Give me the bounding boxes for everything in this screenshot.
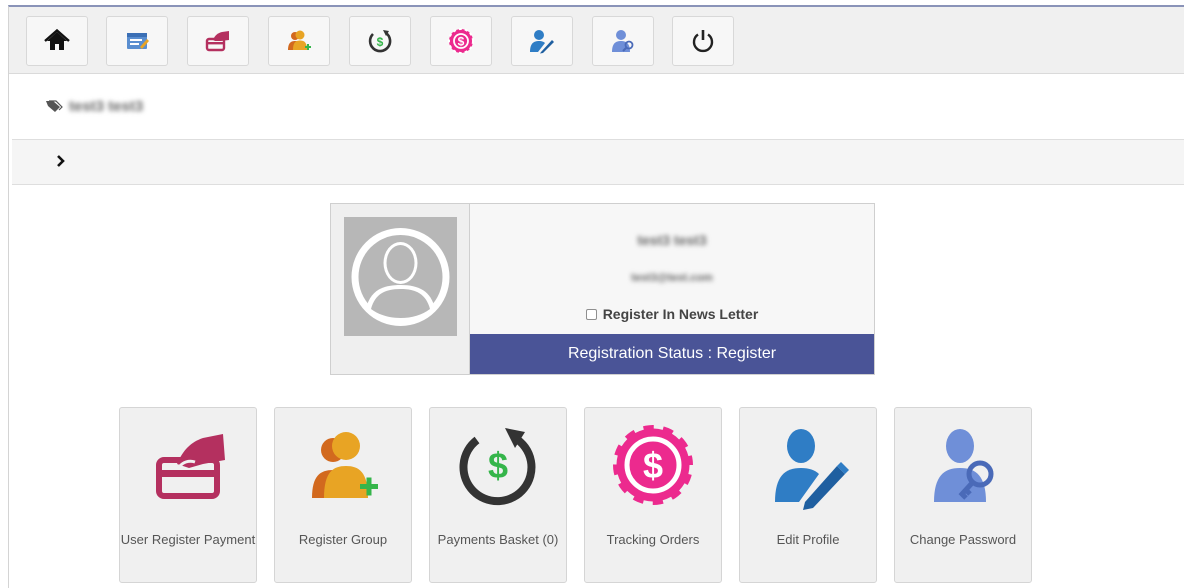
tile-user-register-payment[interactable]: User Register Payment (119, 407, 257, 583)
power-icon (692, 30, 714, 53)
profile-email: test3@test.com (631, 272, 713, 284)
newsletter-label: Register In News Letter (602, 306, 759, 322)
tile-edit-profile[interactable]: Edit Profile (739, 407, 877, 583)
newsletter-checkbox[interactable] (585, 308, 597, 320)
toolbar: $ $ (9, 7, 1184, 74)
user-key-icon (612, 30, 634, 52)
payment-button[interactable] (187, 16, 249, 66)
payment-refresh-icon: $ (459, 428, 536, 506)
newsletter-toggle[interactable]: Register In News Letter (470, 306, 874, 322)
user-key-icon (934, 429, 994, 502)
dollar-chip-icon: $ (609, 421, 697, 509)
tile-label: Tracking Orders (606, 532, 700, 547)
avatar-container (331, 204, 470, 374)
tile-label: User Register Payment (120, 532, 256, 547)
register-group-button[interactable] (268, 16, 330, 66)
payments-basket-button[interactable]: $ (349, 16, 411, 66)
tracking-orders-button[interactable]: $ (430, 16, 492, 66)
tile-change-password[interactable]: Change Password (894, 407, 1032, 583)
tile-tracking-orders[interactable]: $ Tracking Orders (584, 407, 722, 583)
tile-label: Payments Basket (0) (437, 532, 559, 547)
current-user: test3 test3 (45, 95, 143, 117)
avatar (344, 217, 457, 336)
edit-profile-button[interactable] (511, 16, 573, 66)
breadcrumb (12, 139, 1184, 185)
tile-payments-basket[interactable]: $ Payments Basket (0) (429, 407, 567, 583)
tile-label: Edit Profile (776, 532, 840, 547)
register-form-button[interactable] (106, 16, 168, 66)
tile-label: Change Password (909, 532, 1017, 547)
dollar-chip-icon: $ (448, 28, 474, 54)
profile-name: test3 test3 (637, 232, 707, 248)
username-label: test3 test3 (69, 97, 144, 115)
user-group-icon (288, 30, 311, 50)
default-avatar-icon (351, 228, 450, 326)
card-payment-icon (205, 31, 229, 52)
card-payment-icon (156, 434, 225, 499)
profile-card: test3 test3 test3@test.com Register In N… (330, 203, 875, 375)
registration-status: Registration Status : Register (470, 334, 874, 374)
form-icon (127, 33, 149, 49)
home-icon (44, 28, 70, 50)
profile-info: test3 test3 test3@test.com Register In N… (470, 204, 874, 374)
app-frame: $ $ test3 test3 test3 test3 test3@test.c… (8, 5, 1184, 588)
tile-label: Register Group (298, 532, 388, 547)
svg-text:$: $ (377, 35, 384, 49)
logout-button[interactable] (672, 16, 734, 66)
user-group-icon (312, 432, 378, 498)
home-button[interactable] (26, 16, 88, 66)
tag-icon (46, 100, 63, 112)
svg-text:$: $ (458, 35, 465, 49)
edit-user-icon (530, 30, 554, 54)
chevron-right-icon[interactable] (56, 154, 66, 168)
tile-register-group[interactable]: Register Group (274, 407, 412, 583)
svg-text:$: $ (643, 445, 663, 486)
svg-text:$: $ (488, 445, 508, 486)
change-password-button[interactable] (592, 16, 654, 66)
edit-user-icon (775, 429, 849, 510)
payment-refresh-icon: $ (368, 30, 392, 53)
